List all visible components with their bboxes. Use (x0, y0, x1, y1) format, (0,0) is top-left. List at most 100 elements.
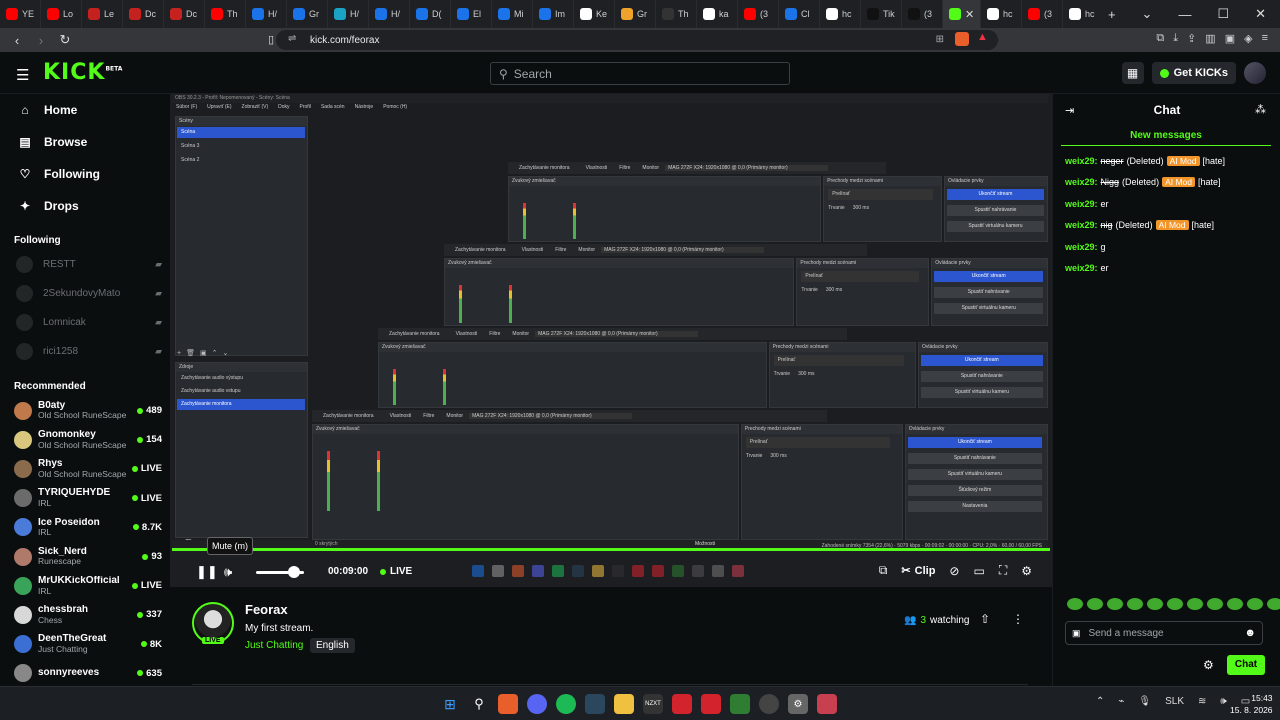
theater-mode-icon[interactable]: ▭ (973, 564, 984, 578)
browser-tab[interactable]: H/ (246, 0, 287, 28)
settings-gear-icon[interactable]: ⚙ (1021, 564, 1032, 578)
browser-tab[interactable]: Mi (492, 0, 533, 28)
emote-icon[interactable] (1067, 598, 1083, 610)
app-pink-icon[interactable] (817, 694, 837, 714)
steam-icon[interactable] (585, 694, 605, 714)
emote-icon[interactable] (1207, 598, 1223, 610)
browser-tab[interactable]: Dc (164, 0, 205, 28)
sidebar-toggle-icon[interactable]: ▥ (1205, 32, 1215, 45)
user-avatar[interactable] (1244, 62, 1266, 84)
nav-following[interactable]: ♡ Following (0, 158, 170, 190)
wifi-icon[interactable]: ≋ (1198, 696, 1206, 707)
browser-tab[interactable]: El (451, 0, 492, 28)
spotify-icon[interactable] (556, 694, 576, 714)
browser-tab[interactable]: Le (82, 0, 123, 28)
chat-username[interactable]: weix29: (1065, 177, 1098, 187)
system-clock[interactable]: 15:43 15. 8. 2026 (1230, 692, 1273, 716)
chat-settings-icon[interactable]: ⚙ (1203, 658, 1214, 672)
chat-input[interactable] (1088, 627, 1237, 639)
emote-icon[interactable] (1107, 598, 1123, 610)
tab-search-icon[interactable]: ⌄ (1142, 6, 1153, 22)
network-icon[interactable]: ⌁ (1118, 696, 1124, 707)
share-page-icon[interactable]: ⇪ (1187, 32, 1196, 45)
browser-tab[interactable]: Cl (779, 0, 820, 28)
recommended-channel[interactable]: chessbrah Chess 337 (0, 600, 170, 629)
picture-in-picture-icon[interactable]: ⧉ (879, 563, 888, 578)
brave-browser-icon[interactable] (498, 694, 518, 714)
mic-icon[interactable]: 🎙 (1138, 696, 1151, 707)
maximize-button[interactable]: ☐ (1217, 6, 1229, 22)
browser-tab[interactable]: Gr (287, 0, 328, 28)
video-progress-bar[interactable] (172, 548, 1050, 551)
nzxt-icon[interactable]: NZXT (643, 694, 663, 714)
clip-button[interactable]: ✂ Clip (901, 564, 935, 578)
browser-tab[interactable]: (3 (902, 0, 943, 28)
stream-category[interactable]: Just Chatting (245, 640, 303, 651)
browser-tab[interactable]: ka (697, 0, 738, 28)
following-item[interactable]: rici1258 ▰ (0, 337, 170, 366)
browser-tab[interactable]: Ke (574, 0, 615, 28)
keyboard-language[interactable]: SLK (1165, 696, 1184, 707)
emote-icon[interactable] (1247, 598, 1263, 610)
browser-tab[interactable]: hc (820, 0, 861, 28)
menu-icon[interactable]: ≡ (1262, 32, 1268, 45)
url-field[interactable]: ⇌ kick.com/feorax ⊞ (276, 30, 998, 50)
browser-tab[interactable]: Dc (123, 0, 164, 28)
downloads-icon[interactable]: ⤓ (1173, 32, 1178, 45)
fullscreen-icon[interactable]: ⛶ (999, 563, 1007, 578)
reload-icon[interactable]: ↻ (58, 32, 72, 48)
emote-icon[interactable] (1087, 598, 1103, 610)
chat-users-icon[interactable]: ⁂ (1255, 103, 1266, 116)
forward-icon[interactable]: › (34, 33, 48, 48)
recommended-channel[interactable]: MrUKKickOfficial IRL LIVE (0, 571, 170, 600)
browser-tab[interactable]: H/ (369, 0, 410, 28)
brave-rewards-icon[interactable]: ▲ (977, 31, 991, 45)
new-tab-button[interactable]: + (1108, 7, 1116, 22)
more-options-icon[interactable]: ⋮ (1012, 612, 1024, 626)
minimize-button[interactable]: — (1178, 7, 1191, 22)
hamburger-menu-icon[interactable]: ☰ (16, 66, 29, 84)
emote-icon[interactable] (1127, 598, 1143, 610)
emote-icon[interactable] (1187, 598, 1203, 610)
chat-username[interactable]: weix29: (1065, 220, 1098, 230)
browser-tab[interactable]: Th (656, 0, 697, 28)
search-input[interactable] (513, 66, 764, 81)
browser-tab[interactable]: Gr (615, 0, 656, 28)
browser-tab[interactable]: Tik (861, 0, 902, 28)
site-info-icon[interactable]: ⇌ (288, 33, 296, 44)
chat-username[interactable]: weix29: (1065, 199, 1098, 209)
browser-tab[interactable]: Im (533, 0, 574, 28)
slash-icon[interactable]: ⊘ (949, 564, 959, 578)
browser-tab[interactable]: D( (410, 0, 451, 28)
recommended-channel[interactable]: Gnomonkey Old School RuneScape 154 (0, 425, 170, 454)
recommended-channel[interactable]: Rhys Old School RuneScape LIVE (0, 454, 170, 483)
file-explorer-icon[interactable] (614, 694, 634, 714)
nav-drops[interactable]: ✦ Drops (0, 190, 170, 222)
wallet-icon[interactable]: ▣ (1225, 32, 1235, 45)
emoji-icon[interactable]: ☻ (1244, 627, 1256, 639)
search-icon[interactable]: ⚲ (469, 694, 489, 714)
chat-rules-icon[interactable]: ▣ (1072, 628, 1081, 639)
tray-expand-icon[interactable]: ⌃ (1096, 696, 1104, 707)
obs-icon[interactable] (759, 694, 779, 714)
vpn-icon[interactable]: ◈ (1244, 32, 1252, 45)
following-item[interactable]: Lomnicak ▰ (0, 308, 170, 337)
volume-icon[interactable]: 🕪 (224, 564, 232, 580)
chat-username[interactable]: weix29: (1065, 242, 1098, 252)
recommended-channel[interactable]: B0aty Old School RuneScape 489 (0, 396, 170, 425)
recommended-channel[interactable]: Ice Poseidon IRL 8.7K (0, 513, 170, 542)
translate-icon[interactable]: ⊞ (936, 34, 944, 45)
app-red-icon[interactable] (672, 694, 692, 714)
browser-tab[interactable]: YE (0, 0, 41, 28)
following-item[interactable]: RESTT ▰ (0, 250, 170, 279)
app-green-icon[interactable] (730, 694, 750, 714)
chat-username[interactable]: weix29: (1065, 156, 1098, 166)
settings-app-icon[interactable]: ⚙ (788, 694, 808, 714)
browser-tab[interactable]: H/ (328, 0, 369, 28)
app-red2-icon[interactable] (701, 694, 721, 714)
get-kicks-button[interactable]: Get KICKs (1151, 62, 1236, 84)
chat-send-button[interactable]: Chat (1227, 655, 1265, 675)
nav-home[interactable]: ⌂ Home (0, 94, 170, 126)
chat-username[interactable]: weix29: (1065, 263, 1098, 273)
browser-tab[interactable]: (3 (1022, 0, 1063, 28)
